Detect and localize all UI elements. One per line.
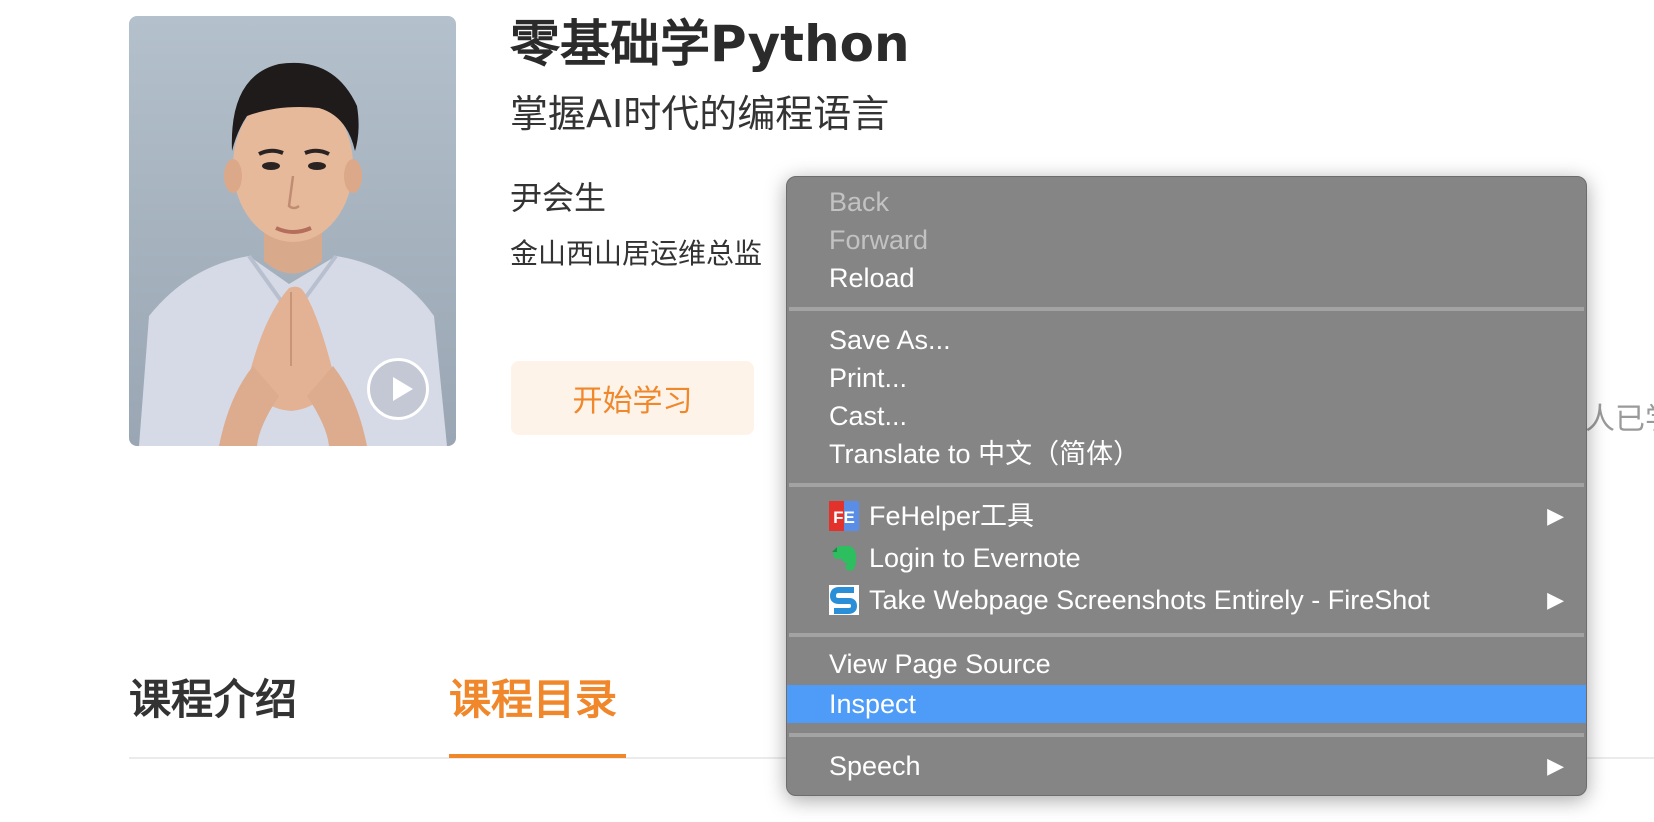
submenu-arrow-icon: ▶ [1547, 503, 1564, 528]
menu-item-speech[interactable]: Speech ▶ [787, 747, 1586, 785]
context-menu: Back Forward Reload Save As... Print... … [786, 176, 1587, 796]
menu-item-translate[interactable]: Translate to 中文（简体） [787, 435, 1586, 473]
learner-count-text: 人已学 [1585, 402, 1654, 437]
tab-course-intro[interactable]: 课程介绍 [129, 670, 297, 730]
evernote-icon [832, 546, 857, 571]
menu-item-evernote[interactable]: Login to Evernote [787, 537, 1586, 579]
course-subtitle: 掌握AI时代的编程语言 [510, 92, 890, 136]
menu-separator [789, 307, 1584, 311]
menu-item-fireshot[interactable]: Take Webpage Screenshots Entirely - Fire… [787, 579, 1586, 621]
tab-course-catalog[interactable]: 课程目录 [449, 670, 617, 730]
submenu-arrow-icon: ▶ [1547, 587, 1564, 612]
fireshot-icon [829, 585, 859, 615]
start-learning-button[interactable]: 开始学习 [511, 361, 754, 435]
fehelper-icon: FE [829, 501, 859, 531]
menu-item-save-as[interactable]: Save As... [787, 321, 1586, 359]
play-video-button[interactable] [367, 358, 429, 420]
submenu-arrow-icon: ▶ [1547, 753, 1564, 778]
menu-item-view-page-source[interactable]: View Page Source [787, 645, 1586, 683]
active-tab-indicator [449, 754, 626, 758]
menu-item-forward[interactable]: Forward [787, 221, 1586, 259]
teacher-name: 尹会生 [510, 179, 607, 217]
menu-item-fehelper-label: FeHelper工具 [869, 501, 1035, 531]
menu-item-speech-label: Speech [829, 751, 921, 781]
menu-item-back[interactable]: Back [787, 183, 1586, 221]
course-title: 零基础学Python [510, 15, 910, 73]
menu-separator [789, 483, 1584, 487]
menu-item-fireshot-label: Take Webpage Screenshots Entirely - Fire… [869, 585, 1430, 615]
svg-text:FE: FE [833, 508, 855, 527]
menu-item-fehelper[interactable]: FE FeHelper工具 ▶ [787, 495, 1586, 537]
menu-separator [789, 633, 1584, 637]
course-cover-image[interactable] [129, 16, 456, 446]
menu-item-inspect[interactable]: Inspect [787, 685, 1586, 723]
menu-item-cast[interactable]: Cast... [787, 397, 1586, 435]
teacher-title: 金山西山居运维总监 [510, 237, 763, 270]
menu-item-evernote-label: Login to Evernote [869, 543, 1081, 573]
menu-item-reload[interactable]: Reload [787, 259, 1586, 297]
menu-item-print[interactable]: Print... [787, 359, 1586, 397]
menu-separator [789, 733, 1584, 737]
